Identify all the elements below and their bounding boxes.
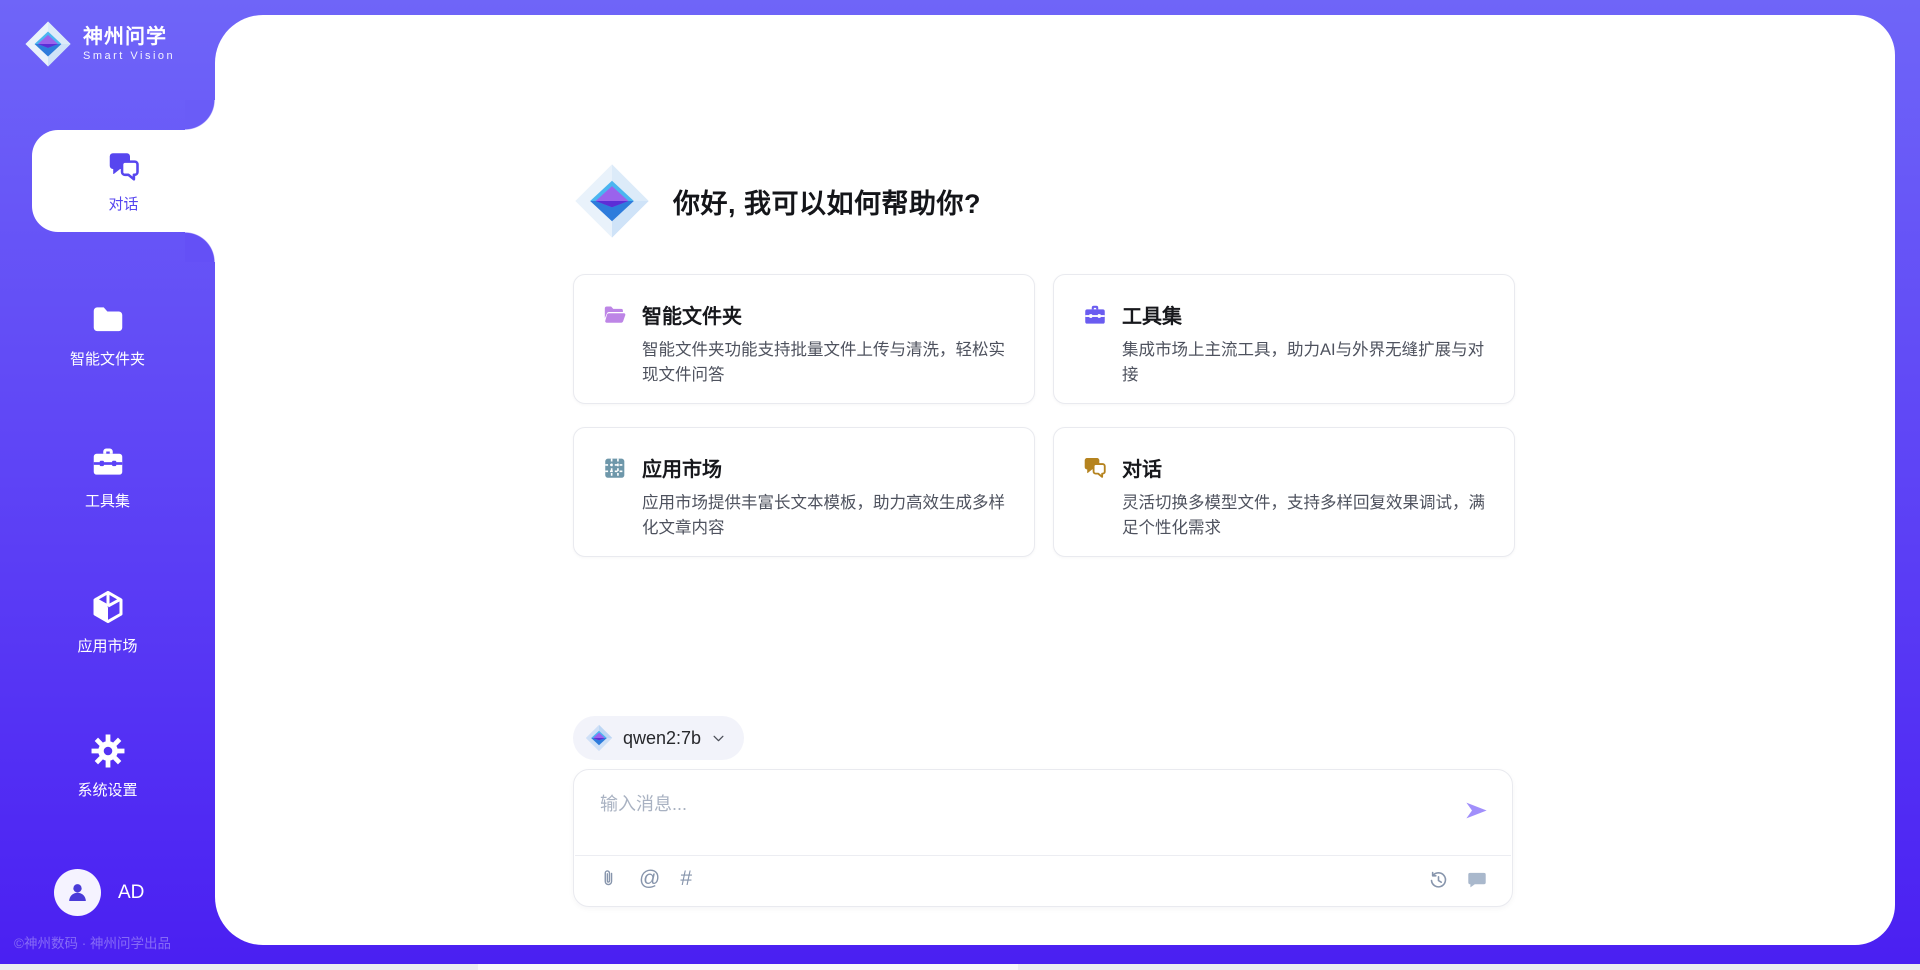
folder-open-icon [602,302,628,328]
folder-icon [89,301,127,339]
brand-subtitle: Smart Vision [83,49,175,64]
avatar [54,869,101,916]
card-chat[interactable]: 对话 灵活切换多模型文件，支持多样回复效果调试，满足个性化需求 [1053,427,1515,557]
card-description: 应用市场提供丰富长文本模板，助力高效生成多样化文章内容 [642,491,1006,541]
card-title: 应用市场 [642,453,722,482]
sidebar: 神州问学 Smart Vision 对话 智能文件夹 [0,0,215,945]
feature-cards: 智能文件夹 智能文件夹功能支持批量文件上传与清洗，轻松实现文件问答 [573,274,1515,557]
composer-tools-right [1428,869,1488,891]
history-icon[interactable] [1428,870,1449,891]
sidebar-item-smart-folder[interactable]: 智能文件夹 [0,301,215,369]
model-selector[interactable]: qwen2:7b [573,716,744,760]
brand-logo-diamond-icon [24,20,72,68]
greeting: 你好, 我可以如何帮助你? [573,162,981,240]
chat-icon [106,149,142,185]
card-title: 工具集 [1122,300,1182,329]
toolbox-icon [89,443,127,481]
chat-bubble-icon[interactable] [1466,869,1488,891]
model-logo-diamond-icon [585,724,613,752]
sidebar-item-label: 工具集 [85,490,130,511]
card-title: 智能文件夹 [642,300,742,329]
sidebar-item-label: 应用市场 [77,635,137,656]
sidebar-item-chat[interactable]: 对话 [32,130,215,232]
grid-icon [602,455,628,481]
horizontal-scrollbar[interactable] [0,964,1920,970]
card-smart-folder[interactable]: 智能文件夹 智能文件夹功能支持批量文件上传与清洗，轻松实现文件问答 [573,274,1035,404]
card-description: 智能文件夹功能支持批量文件上传与清洗，轻松实现文件问答 [642,338,1006,388]
user-profile[interactable]: AD [54,869,144,916]
mention-icon[interactable]: @ [639,868,660,889]
greeting-title: 你好, 我可以如何帮助你? [673,182,981,221]
sidebar-item-app-market[interactable]: 应用市场 [0,588,215,656]
card-title: 对话 [1122,453,1162,482]
brand-name: 神州问学 [83,25,175,49]
hashtag-icon[interactable]: # [680,868,692,889]
message-input[interactable] [598,788,1448,850]
assistant-logo-diamond-icon [573,162,651,240]
briefcase-icon [1082,302,1108,328]
sidebar-item-label: 智能文件夹 [70,348,145,369]
cube-icon [89,588,127,626]
gear-icon [89,732,127,770]
card-toolset[interactable]: 工具集 集成市场上主流工具，助力AI与外界无缝扩展与对接 [1053,274,1515,404]
copyright-footer: ©神州数码 · 神州问学出品 [14,932,214,952]
scrollbar-thumb[interactable] [478,964,1018,970]
sidebar-item-toolset[interactable]: 工具集 [0,443,215,511]
chevron-down-icon [711,731,726,746]
card-description: 灵活切换多模型文件，支持多样回复效果调试，满足个性化需求 [1122,491,1486,541]
message-composer: @ # [573,769,1513,907]
send-icon[interactable] [1463,797,1490,824]
composer-tools-left: @ # [598,868,692,889]
composer-divider [575,855,1511,856]
attachment-icon[interactable] [598,868,619,889]
brand: 神州问学 Smart Vision [24,20,175,68]
sidebar-item-settings[interactable]: 系统设置 [0,732,215,800]
sidebar-item-label: 系统设置 [77,779,137,800]
chat-icon [1082,455,1108,481]
main-panel: 你好, 我可以如何帮助你? 智能文件夹 智能文件夹功能支持批量文件上传与清洗，轻… [215,15,1895,945]
model-name: qwen2:7b [623,728,701,749]
card-description: 集成市场上主流工具，助力AI与外界无缝扩展与对接 [1122,338,1486,388]
sidebar-item-label: 对话 [108,193,138,214]
card-app-market[interactable]: 应用市场 应用市场提供丰富长文本模板，助力高效生成多样化文章内容 [573,427,1035,557]
user-initials: AD [118,882,144,904]
